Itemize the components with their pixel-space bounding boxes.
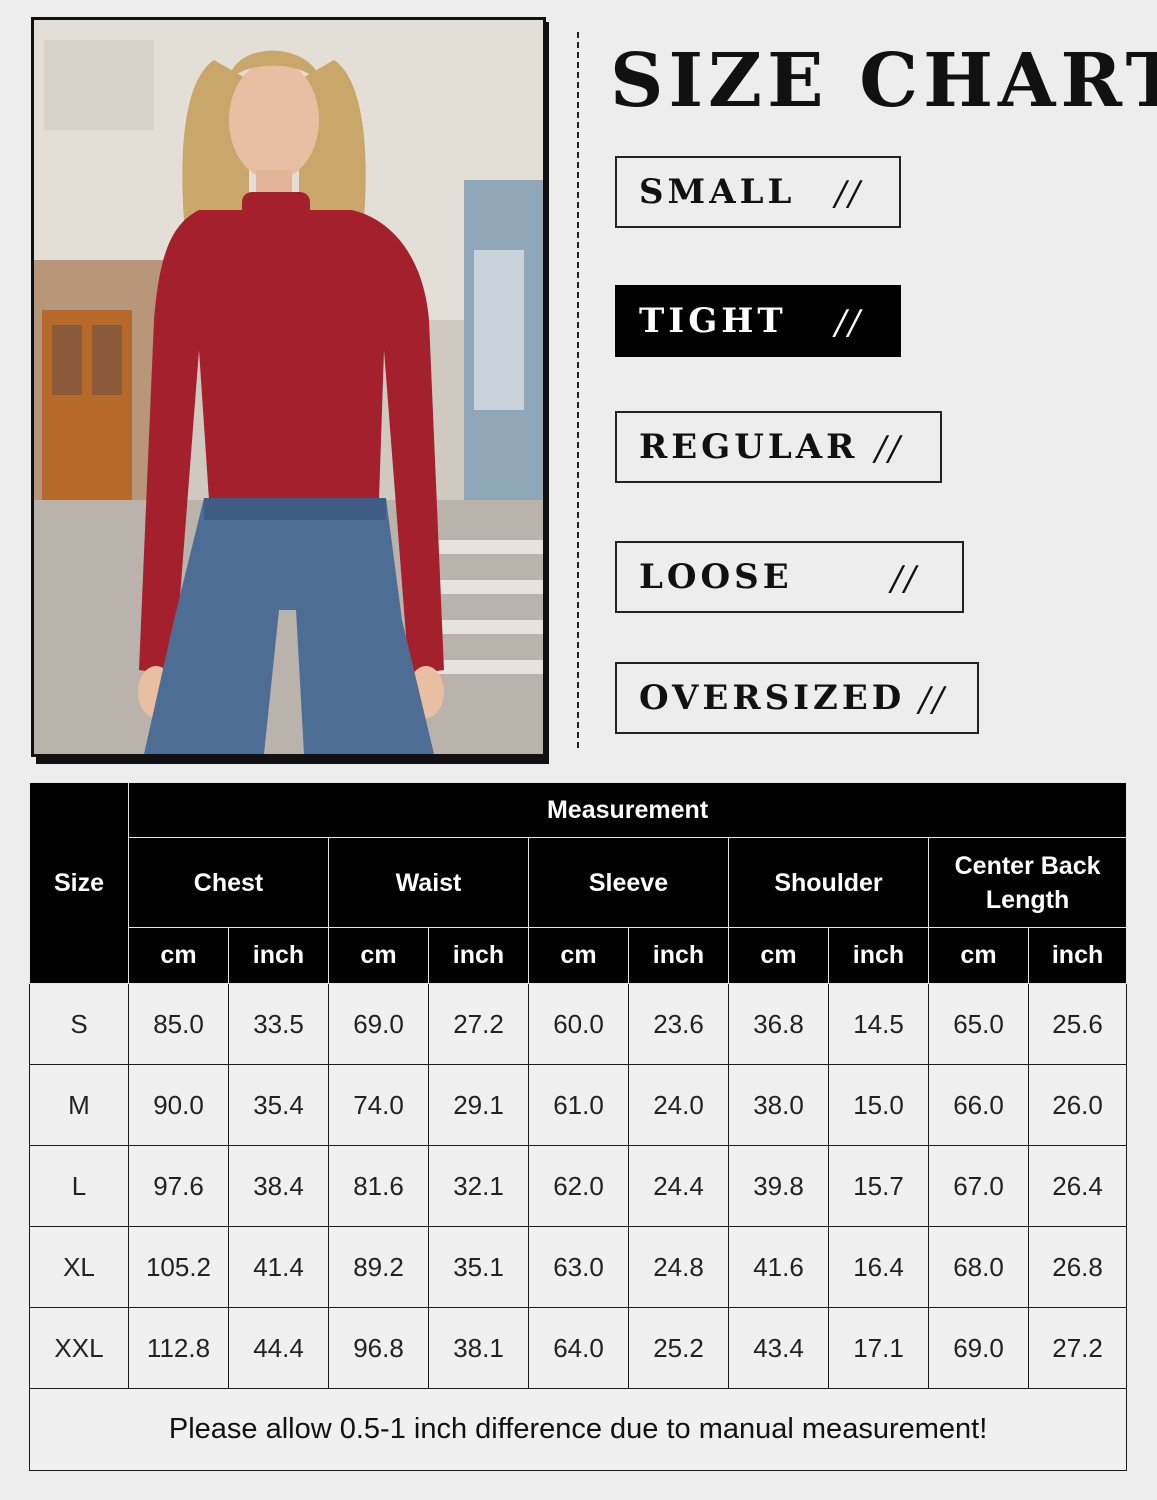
- value-cell: 63.0: [528, 1226, 629, 1308]
- unit-header-cm: cm: [928, 927, 1029, 984]
- unit-header-inch: inch: [428, 927, 529, 984]
- value-cell: 43.4: [728, 1307, 829, 1389]
- column-header-chest: Chest: [128, 837, 329, 928]
- column-header-center-back-length: Center Back Length: [927, 837, 1128, 928]
- fit-option-marker: //: [919, 680, 946, 720]
- value-cell: 39.8: [728, 1145, 829, 1227]
- unit-header-cm: cm: [128, 927, 229, 984]
- fit-option-label: OVERSIZED: [639, 678, 906, 718]
- size-chart-table: Size Measurement Chest Waist Sleeve Shou…: [28, 782, 1128, 1471]
- value-cell: 26.4: [1027, 1145, 1128, 1227]
- value-cell: 26.8: [1027, 1226, 1128, 1308]
- value-cell: 81.6: [328, 1145, 429, 1227]
- size-header: Size: [29, 782, 129, 984]
- value-cell: 62.0: [528, 1145, 629, 1227]
- fit-option-marker: //: [835, 303, 862, 343]
- measurement-note: Please allow 0.5-1 inch difference due t…: [28, 1388, 1128, 1471]
- value-cell: 89.2: [328, 1226, 429, 1308]
- value-cell: 66.0: [928, 1064, 1029, 1146]
- value-cell: 23.6: [628, 983, 729, 1065]
- unit-header-cm: cm: [328, 927, 429, 984]
- unit-header-inch: inch: [828, 927, 929, 984]
- value-cell: 24.4: [628, 1145, 729, 1227]
- value-cell: 68.0: [928, 1226, 1029, 1308]
- fit-option-marker: //: [875, 429, 902, 469]
- fit-option-loose: LOOSE //: [615, 541, 964, 613]
- size-cell: L: [29, 1145, 129, 1227]
- table-row: XL 105.2 41.4 89.2 35.1 63.0 24.8 41.6 16.4 68.0 2…: [29, 1226, 1128, 1308]
- value-cell: 15.7: [828, 1145, 929, 1227]
- value-cell: 96.8: [328, 1307, 429, 1389]
- size-cell: XL: [29, 1226, 129, 1308]
- fit-option-marker: //: [891, 559, 918, 599]
- value-cell: 97.6: [128, 1145, 229, 1227]
- value-cell: 32.1: [428, 1145, 529, 1227]
- size-cell: S: [29, 983, 129, 1065]
- size-cell: M: [29, 1064, 129, 1146]
- table-row: XXL 112.8 44.4 96.8 38.1 64.0 25.2 43.4 17.1 69.0…: [29, 1307, 1128, 1389]
- value-cell: 61.0: [528, 1064, 629, 1146]
- value-cell: 15.0: [828, 1064, 929, 1146]
- value-cell: 65.0: [928, 983, 1029, 1065]
- fit-option-label: SMALL: [639, 172, 796, 212]
- unit-header-inch: inch: [1027, 927, 1128, 984]
- value-cell: 38.1: [428, 1307, 529, 1389]
- column-header-waist: Waist: [328, 837, 529, 928]
- value-cell: 69.0: [328, 983, 429, 1065]
- unit-header-inch: inch: [228, 927, 329, 984]
- unit-header-cm: cm: [528, 927, 629, 984]
- value-cell: 112.8: [128, 1307, 229, 1389]
- column-header-sleeve: Sleeve: [528, 837, 729, 928]
- model-photo: [31, 17, 546, 757]
- table-row: S 85.0 33.5 69.0 27.2 60.0 23.6 36.8 14.5 65.0 25.…: [29, 983, 1128, 1065]
- value-cell: 38.4: [228, 1145, 329, 1227]
- value-cell: 26.0: [1027, 1064, 1128, 1146]
- value-cell: 24.8: [628, 1226, 729, 1308]
- value-cell: 27.2: [1027, 1307, 1128, 1389]
- value-cell: 64.0: [528, 1307, 629, 1389]
- value-cell: 35.4: [228, 1064, 329, 1146]
- fit-option-regular: REGULAR //: [615, 411, 942, 483]
- value-cell: 25.6: [1027, 983, 1128, 1065]
- fit-option-label: REGULAR: [639, 427, 859, 467]
- value-cell: 41.6: [728, 1226, 829, 1308]
- fit-option-oversized: OVERSIZED //: [615, 662, 979, 734]
- value-cell: 44.4: [228, 1307, 329, 1389]
- value-cell: 29.1: [428, 1064, 529, 1146]
- value-cell: 35.1: [428, 1226, 529, 1308]
- value-cell: 14.5: [828, 983, 929, 1065]
- value-cell: 74.0: [328, 1064, 429, 1146]
- value-cell: 33.5: [228, 983, 329, 1065]
- dashed-divider: [577, 32, 579, 748]
- value-cell: 25.2: [628, 1307, 729, 1389]
- unit-header-cm: cm: [728, 927, 829, 984]
- unit-header-inch: inch: [628, 927, 729, 984]
- page-title: SIZE CHART: [610, 38, 1157, 124]
- fit-option-tight: TIGHT //: [615, 285, 901, 357]
- fit-option-small: SMALL //: [615, 156, 901, 228]
- value-cell: 85.0: [128, 983, 229, 1065]
- size-table-body: S 85.0 33.5 69.0 27.2 60.0 23.6 36.8 14.5 65.0 25.…: [29, 983, 1128, 1389]
- fit-option-label: TIGHT: [639, 301, 787, 341]
- value-cell: 69.0: [928, 1307, 1029, 1389]
- value-cell: 36.8: [728, 983, 829, 1065]
- value-cell: 16.4: [828, 1226, 929, 1308]
- column-header-shoulder: Shoulder: [728, 837, 929, 928]
- model-photo-illustration: [34, 20, 543, 754]
- measurement-header: Measurement: [127, 782, 1128, 838]
- value-cell: 41.4: [228, 1226, 329, 1308]
- fit-option-marker: //: [835, 174, 862, 214]
- fit-option-label: LOOSE: [639, 557, 793, 597]
- size-cell: XXL: [29, 1307, 129, 1389]
- value-cell: 60.0: [528, 983, 629, 1065]
- value-cell: 27.2: [428, 983, 529, 1065]
- value-cell: 105.2: [128, 1226, 229, 1308]
- value-cell: 67.0: [928, 1145, 1029, 1227]
- value-cell: 17.1: [828, 1307, 929, 1389]
- value-cell: 38.0: [728, 1064, 829, 1146]
- table-row: M 90.0 35.4 74.0 29.1 61.0 24.0 38.0 15.0 66.0 26.…: [29, 1064, 1128, 1146]
- value-cell: 90.0: [128, 1064, 229, 1146]
- table-row: L 97.6 38.4 81.6 32.1 62.0 24.4 39.8 15.7 67.0 26.…: [29, 1145, 1128, 1227]
- value-cell: 24.0: [628, 1064, 729, 1146]
